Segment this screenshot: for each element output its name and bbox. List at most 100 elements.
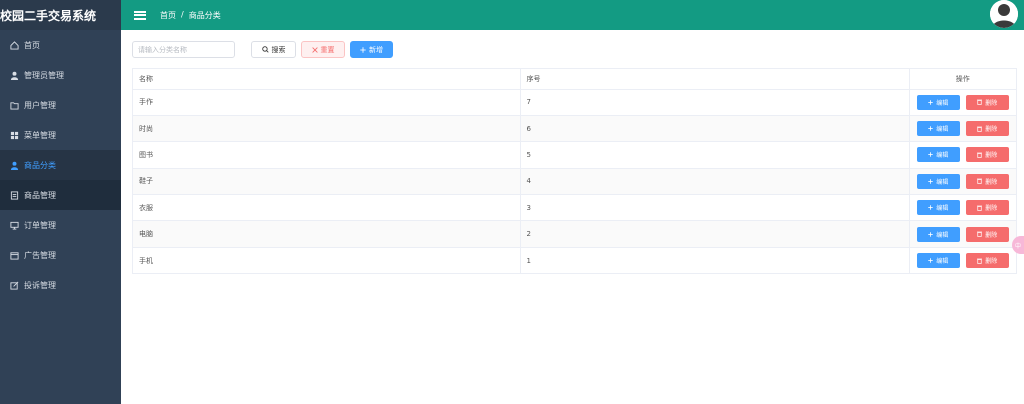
sidebar-item-label: 用户管理 [24, 100, 56, 110]
plus-icon [360, 46, 366, 53]
delete-button-label: 删除 [985, 126, 998, 134]
avatar-icon [990, 0, 1018, 28]
sidebar-item-label: 首页 [24, 40, 40, 50]
search-icon [261, 46, 269, 53]
delete-button-label: 删除 [985, 231, 998, 239]
edit-button[interactable]: 编辑 [916, 200, 960, 216]
table-header-row: 名称 序号 操作 [133, 69, 1016, 90]
sidebar-item-label: 订单管理 [24, 220, 56, 230]
sidebar: 校园二手交易系统 首页 管理员管理 用户管理 菜单管理 商品分类 商品管理 订单… [0, 0, 121, 404]
cell-name: 手机 [133, 247, 521, 275]
table-row: 手作 7 编辑 删除 [133, 89, 1016, 116]
close-icon [311, 46, 318, 53]
search-button[interactable]: 搜索 [251, 41, 296, 58]
avatar[interactable] [990, 0, 1018, 28]
table-row: 衣服 3 编辑 删除 [133, 194, 1016, 222]
trash-icon [977, 126, 983, 132]
toolbar: 搜索 重置 新增 [132, 41, 393, 58]
sidebar-item-label: 广告管理 [24, 250, 56, 260]
menu-toggle-icon[interactable] [134, 10, 146, 20]
cell-name: 图书 [133, 141, 521, 169]
table-row: 图书 5 编辑 删除 [133, 141, 1016, 169]
cell-order: 7 [520, 89, 910, 116]
edit-button-label: 编辑 [936, 152, 949, 160]
sidebar-item-menu[interactable]: 菜单管理 [0, 120, 121, 150]
breadcrumb: 首页 / 商品分类 [160, 10, 221, 21]
plus-icon [928, 99, 933, 105]
sidebar-item-admin[interactable]: 管理员管理 [0, 60, 121, 90]
cell-name: 手作 [133, 89, 521, 116]
user-icon [9, 70, 19, 80]
cell-order: 5 [520, 141, 910, 169]
trash-icon [977, 205, 983, 211]
floating-tag[interactable]: 中 [1012, 236, 1024, 254]
delete-button-label: 删除 [985, 205, 998, 213]
sidebar-item-orders[interactable]: 订单管理 [0, 210, 121, 240]
sidebar-item-label: 菜单管理 [24, 130, 56, 140]
edit-button-label: 编辑 [936, 99, 949, 107]
edit-button-label: 编辑 [936, 258, 949, 266]
cell-name: 电脑 [133, 220, 521, 248]
table-row: 电脑 2 编辑 删除 [133, 220, 1016, 248]
sidebar-item-users[interactable]: 用户管理 [0, 90, 121, 120]
cell-ops: 编辑 删除 [909, 220, 1016, 248]
delete-button-label: 删除 [985, 99, 998, 107]
edit-button-label: 编辑 [936, 178, 949, 186]
sidebar-item-category[interactable]: 商品分类 [0, 150, 121, 180]
document-icon [9, 190, 19, 200]
edit-button-label: 编辑 [936, 126, 949, 134]
edit-button[interactable]: 编辑 [916, 226, 960, 242]
column-header-ops: 操作 [909, 69, 1016, 90]
monitor-icon [9, 220, 19, 230]
folder-icon [9, 100, 19, 110]
calendar-icon [9, 250, 19, 260]
sidebar-item-complaints[interactable]: 投诉管理 [0, 270, 121, 300]
sidebar-item-ads[interactable]: 广告管理 [0, 240, 121, 270]
user-icon [9, 160, 19, 170]
top-header: 首页 / 商品分类 [121, 0, 1024, 30]
table-row: 鞋子 4 编辑 删除 [133, 168, 1016, 196]
add-button[interactable]: 新增 [350, 41, 393, 58]
edit-button[interactable]: 编辑 [916, 94, 960, 110]
delete-button[interactable]: 删除 [965, 94, 1009, 110]
app-title: 校园二手交易系统 [0, 0, 121, 30]
grid-icon [9, 130, 19, 140]
edit-button[interactable]: 编辑 [916, 253, 960, 269]
sidebar-item-label: 商品管理 [24, 190, 56, 200]
sidebar-item-products[interactable]: 商品管理 [0, 180, 121, 210]
plus-icon [928, 179, 933, 184]
breadcrumb-home[interactable]: 首页 [160, 10, 176, 21]
cell-order: 3 [520, 194, 910, 222]
delete-button[interactable]: 删除 [965, 147, 1009, 163]
trash-icon [977, 152, 983, 158]
sidebar-item-label: 投诉管理 [24, 280, 56, 290]
search-input[interactable] [132, 41, 235, 58]
delete-button[interactable]: 删除 [965, 173, 1009, 189]
edit-button-label: 编辑 [936, 205, 949, 213]
category-table: 名称 序号 操作 手作 7 编辑 删除 时尚 6 编辑 删除 图书 5 编辑 删… [132, 68, 1017, 275]
edit-button[interactable]: 编辑 [916, 173, 960, 189]
edit-icon [9, 280, 19, 290]
reset-button[interactable]: 重置 [301, 41, 345, 58]
sidebar-item-home[interactable]: 首页 [0, 30, 121, 60]
plus-icon [928, 152, 933, 158]
trash-icon [977, 99, 983, 106]
sidebar-item-label: 管理员管理 [24, 70, 64, 80]
delete-button[interactable]: 删除 [965, 253, 1009, 269]
edit-button-label: 编辑 [936, 231, 949, 239]
breadcrumb-separator: / [181, 9, 184, 19]
edit-button[interactable]: 编辑 [916, 121, 960, 137]
edit-button[interactable]: 编辑 [916, 147, 960, 163]
cell-order: 1 [520, 247, 910, 275]
cell-order: 2 [520, 220, 910, 248]
cell-ops: 编辑 删除 [909, 194, 1016, 222]
column-header-order: 序号 [520, 69, 910, 90]
delete-button-label: 删除 [985, 258, 998, 266]
delete-button[interactable]: 删除 [965, 121, 1009, 137]
delete-button-label: 删除 [985, 152, 998, 160]
column-header-name: 名称 [133, 69, 521, 90]
plus-icon [928, 231, 933, 237]
delete-button[interactable]: 删除 [965, 200, 1009, 216]
cell-order: 4 [520, 168, 910, 196]
delete-button[interactable]: 删除 [965, 226, 1009, 242]
